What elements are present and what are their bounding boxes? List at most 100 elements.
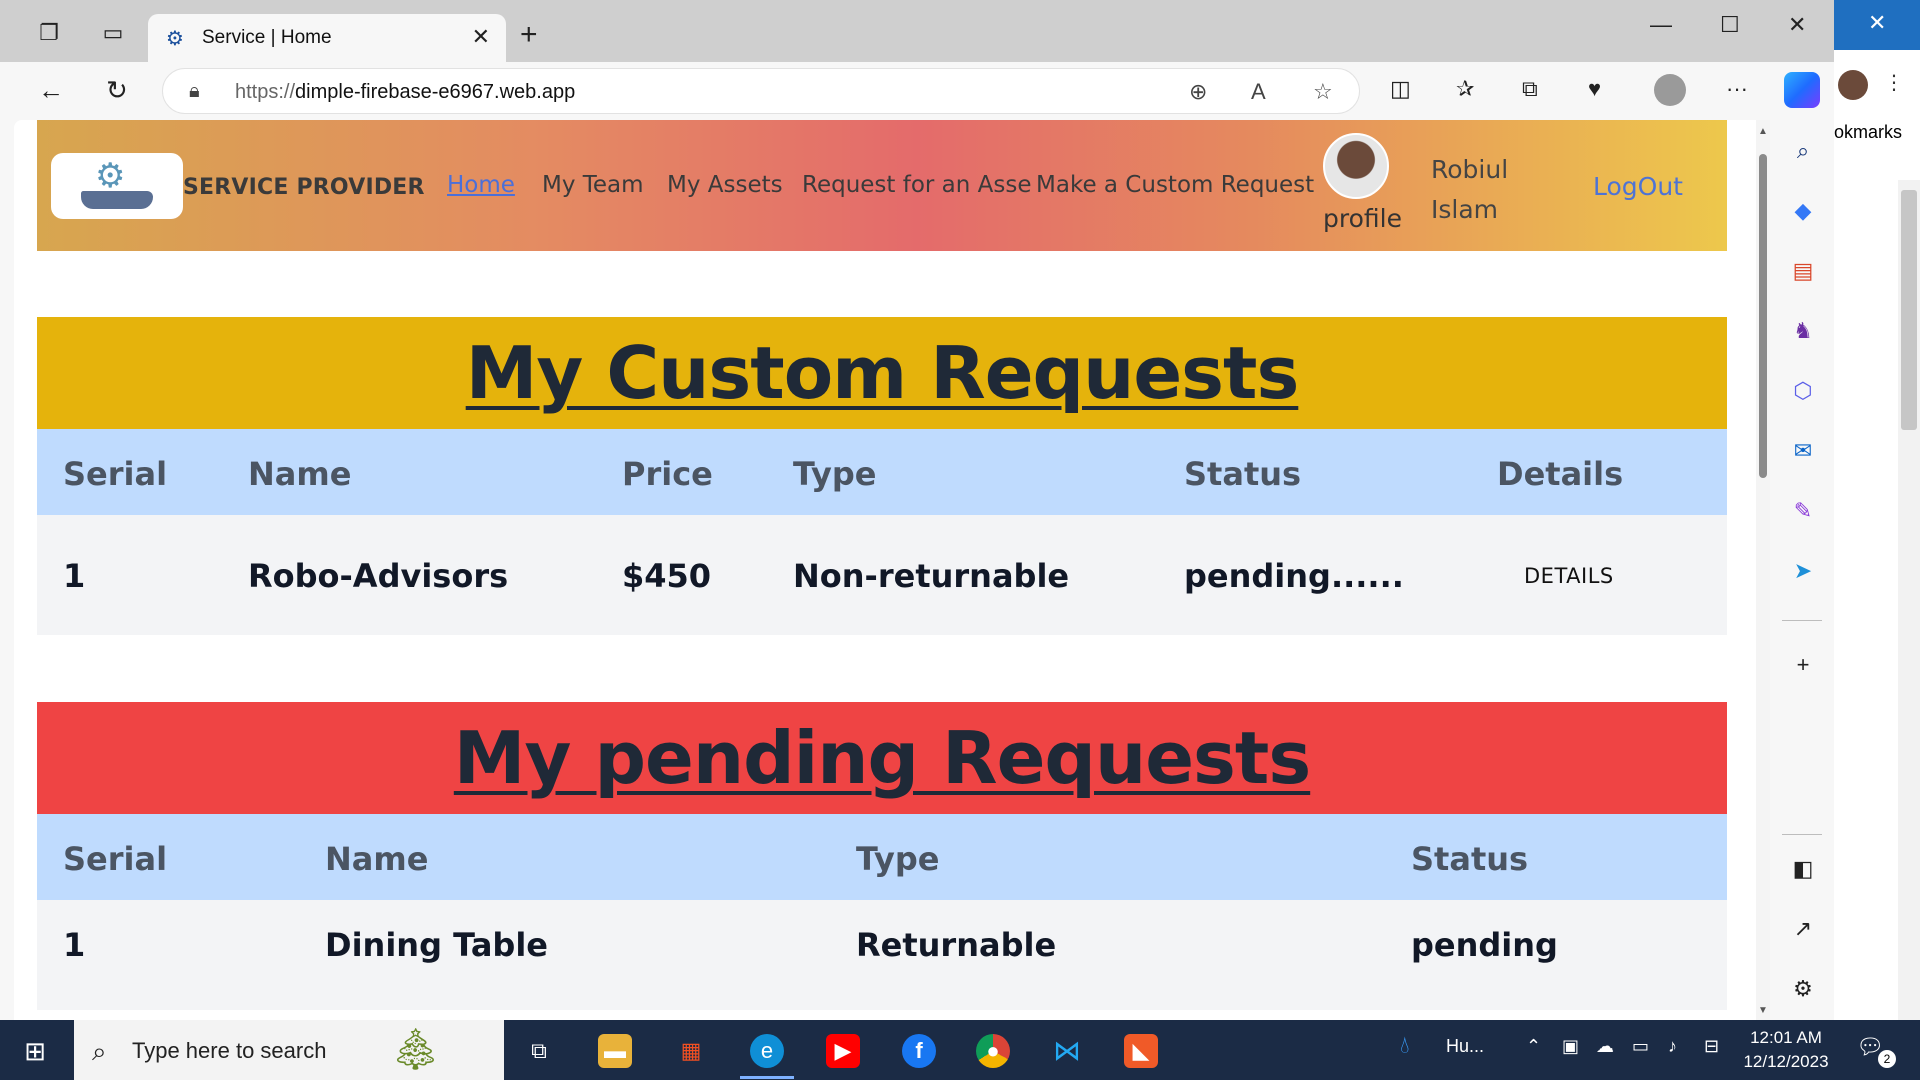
search-icon[interactable]: ⌕ (1790, 138, 1816, 164)
avatar[interactable] (1323, 133, 1389, 199)
weather-icon[interactable]: 💧︎ (1400, 1032, 1410, 1060)
battery-icon[interactable]: ▭ (1632, 1036, 1649, 1057)
copilot-icon[interactable] (1784, 72, 1820, 108)
new-tab-button[interactable]: + (520, 20, 538, 50)
bookmarks-label[interactable]: okmarks (1834, 122, 1902, 143)
close-icon[interactable]: ✕ (1868, 10, 1886, 36)
volume-icon[interactable]: ♪ (1668, 1036, 1677, 1057)
clock-time: 12:01 AM (1750, 1028, 1822, 1047)
games-icon[interactable]: ♞ (1790, 318, 1816, 344)
nav-request-asset[interactable]: Request for an Asse (802, 172, 1032, 198)
col-details: Details (1497, 455, 1624, 493)
system-clock[interactable]: 12:01 AM 12/12/2023 (1740, 1026, 1832, 1074)
background-window[interactable]: ✕ ⋮ okmarks (1834, 0, 1920, 1020)
meet-icon[interactable]: ▣ (1562, 1036, 1579, 1057)
minimize-icon[interactable]: — (1650, 12, 1672, 38)
cell-name: Robo-Advisors (248, 557, 509, 595)
scroll-thumb[interactable] (1759, 154, 1767, 478)
maximize-icon[interactable]: ☐ (1720, 12, 1740, 38)
site-logo[interactable]: ⚙ (51, 153, 183, 219)
search-highlight-icon: 🎄︎ (390, 1028, 441, 1072)
edge-icon[interactable]: e (750, 1034, 784, 1068)
pending-requests-table-head: Serial Name Type Status (37, 814, 1727, 900)
drop-send-icon[interactable]: ➤ (1790, 558, 1816, 584)
site-favicon-icon: ⚙ (166, 28, 184, 50)
browser-essentials-icon[interactable]: ♥ (1588, 76, 1601, 102)
hand-icon (81, 191, 153, 209)
col-price: Price (622, 455, 713, 493)
profile-label[interactable]: profile (1323, 204, 1402, 233)
shopping-tag-icon[interactable]: ◆ (1790, 198, 1816, 224)
open-external-icon[interactable]: ↗ (1790, 916, 1816, 942)
hide-sidebar-icon[interactable]: ◧ (1790, 856, 1816, 882)
add-icon[interactable]: + (1790, 652, 1816, 678)
nav-make-custom-request[interactable]: Make a Custom Request (1036, 172, 1314, 198)
table-row: 1 Dining Table Returnable pending (37, 900, 1727, 1010)
collections-icon[interactable]: ⧉ (1522, 76, 1538, 102)
microsoft-store-icon[interactable]: ▦ (674, 1034, 708, 1068)
gear-icon: ⚙ (95, 157, 126, 195)
network-icon[interactable]: ⊟ (1704, 1036, 1719, 1057)
tools-icon[interactable]: ▤ (1790, 258, 1816, 284)
col-name: Name (248, 455, 352, 493)
split-screen-icon[interactable]: ◫ (1390, 76, 1411, 102)
weather-label[interactable]: Hu... (1446, 1036, 1484, 1057)
tab-service-home[interactable]: ⚙ Service | Home ✕ (148, 14, 506, 62)
taskbar-search[interactable]: ⌕ Type here to search 🎄︎ (74, 1020, 504, 1080)
back-icon[interactable]: ← (38, 76, 64, 104)
address-bar[interactable]: 🔒︎ https://dimple-firebase-e6967.web.app… (162, 68, 1360, 114)
close-tab-icon[interactable]: ✕ (472, 24, 490, 50)
zoom-icon[interactable]: ⊕ (1189, 79, 1207, 105)
details-button[interactable]: DETAILS (1524, 564, 1614, 588)
site-navbar: ⚙ SERVICE PROVIDER Home My Team My Asset… (37, 120, 1727, 251)
clock-date: 12/12/2023 (1743, 1052, 1829, 1071)
read-aloud-icon[interactable]: A (1251, 79, 1266, 105)
designer-icon[interactable]: ✎ (1790, 498, 1816, 524)
microsoft-365-icon[interactable]: ⬡ (1790, 378, 1816, 404)
lock-icon[interactable]: 🔒︎ (189, 80, 200, 103)
col-type: Type (793, 455, 877, 493)
task-view-icon[interactable]: ⧉ (522, 1034, 556, 1068)
settings-more-icon[interactable]: ··· (1726, 76, 1748, 102)
active-app-indicator (740, 1076, 794, 1079)
workspaces-icon[interactable]: ❐ (36, 22, 62, 44)
cell-serial: 1 (63, 557, 86, 595)
windows-start-icon[interactable]: ⊞ (18, 1034, 52, 1068)
facebook-icon[interactable]: f (902, 1034, 936, 1068)
sidebar-divider (1782, 620, 1822, 621)
sidebar-settings-icon[interactable]: ⚙ (1790, 976, 1816, 1002)
page-scrollbar[interactable]: ▲ ▼ (1756, 120, 1770, 1020)
url-text[interactable]: https://dimple-firebase-e6967.web.app (235, 81, 575, 104)
nav-home[interactable]: Home (447, 172, 515, 198)
col-status: Status (1184, 455, 1302, 493)
col-name: Name (325, 840, 429, 878)
app-icon[interactable]: ◣ (1124, 1034, 1158, 1068)
refresh-icon[interactable]: ↻ (106, 76, 128, 104)
col-serial: Serial (63, 455, 168, 493)
outlook-icon[interactable]: ✉ (1790, 438, 1816, 464)
cell-name: Dining Table (325, 926, 548, 964)
youtube-icon[interactable]: ▶ (826, 1034, 860, 1068)
scroll-up-arrow-icon[interactable]: ▲ (1756, 126, 1770, 137)
file-explorer-icon[interactable]: ▬ (598, 1034, 632, 1068)
background-window-scroll-thumb[interactable] (1901, 190, 1917, 430)
profile-icon[interactable] (1654, 74, 1686, 106)
tab-title: Service | Home (202, 27, 332, 48)
onedrive-icon[interactable]: ☁ (1596, 1036, 1614, 1057)
scroll-down-arrow-icon[interactable]: ▼ (1756, 1005, 1770, 1016)
vscode-icon[interactable]: ⋈ (1050, 1034, 1084, 1068)
more-icon[interactable]: ⋮ (1884, 70, 1904, 95)
tab-actions-icon[interactable]: ▭ (100, 22, 126, 44)
close-window-icon[interactable]: ✕ (1788, 12, 1806, 38)
favorites-icon[interactable]: ✰ (1456, 76, 1474, 102)
logout-button[interactable]: LogOut (1593, 172, 1683, 201)
avatar[interactable] (1838, 70, 1868, 100)
nav-my-team[interactable]: My Team (542, 172, 644, 198)
nav-my-assets[interactable]: My Assets (667, 172, 783, 198)
search-placeholder[interactable]: Type here to search (132, 1038, 326, 1064)
user-name: Robiul Islam (1431, 155, 1509, 224)
favorite-star-icon[interactable]: ☆ (1313, 79, 1333, 105)
chrome-icon[interactable]: ● (976, 1034, 1010, 1068)
cell-type: Returnable (856, 926, 1057, 964)
show-hidden-icons-icon[interactable]: ⌃ (1526, 1036, 1541, 1057)
